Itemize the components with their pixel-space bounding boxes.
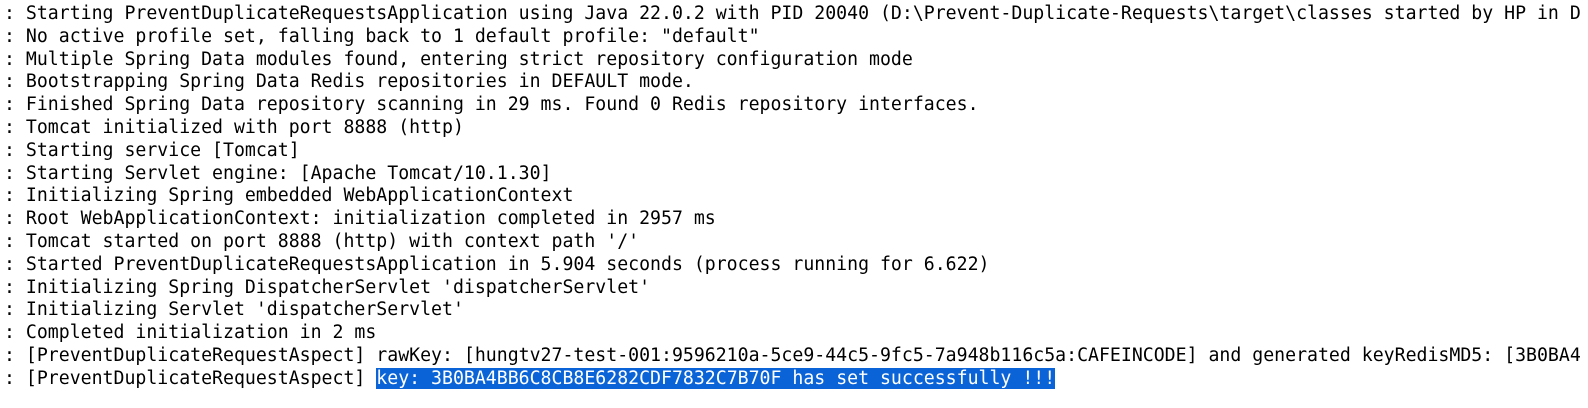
log-line: : Tomcat initialized with port 8888 (htt… xyxy=(4,116,464,138)
log-line: : Initializing Servlet 'dispatcherServle… xyxy=(4,299,464,321)
log-line: : No active profile set, falling back to… xyxy=(4,25,760,47)
log-line: : [PreventDuplicateRequestAspect] rawKey… xyxy=(4,344,1581,366)
log-line: : Root WebApplicationContext: initializa… xyxy=(4,208,716,230)
log-line-selected: : [PreventDuplicateRequestAspect] key: 3… xyxy=(0,367,1588,391)
log-line: : Bootstrapping Spring Data Redis reposi… xyxy=(4,71,694,93)
log-line: : Starting service [Tomcat] xyxy=(4,139,300,161)
log-line: : Starting Servlet engine: [Apache Tomca… xyxy=(4,162,552,184)
log-line: : Starting PreventDuplicateRequestsAppli… xyxy=(4,3,1581,24)
selected-text[interactable]: key: 3B0BA4BB6C8CB8E6282CDF7832C7B70F ha… xyxy=(376,367,1056,389)
log-line: : Started PreventDuplicateRequestsApplic… xyxy=(4,253,990,275)
log-line: : Initializing Spring DispatcherServlet … xyxy=(4,276,651,298)
log-line-prefix: : [PreventDuplicateRequestAspect] xyxy=(4,367,377,389)
log-line: : Initializing Spring embedded WebApplic… xyxy=(4,185,574,207)
log-line: : Completed initialization in 2 ms xyxy=(4,322,377,344)
console-output[interactable]: : Starting PreventDuplicateRequestsAppli… xyxy=(0,0,1588,408)
log-line: : Tomcat started on port 8888 (http) wit… xyxy=(4,230,640,252)
log-line: : Finished Spring Data repository scanni… xyxy=(4,94,979,116)
log-line: : Multiple Spring Data modules found, en… xyxy=(4,48,913,70)
